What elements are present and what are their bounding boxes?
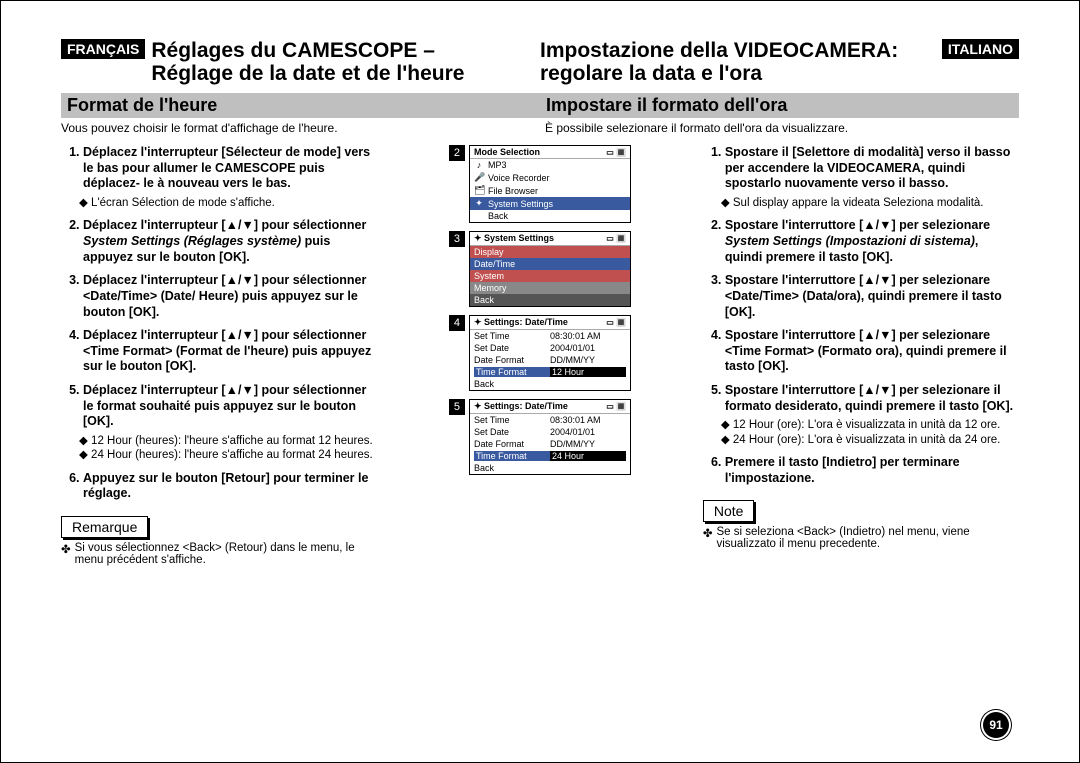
it-bullet-12h: 12 Hour (ore): L'ora è visualizzata in u… <box>721 418 1019 432</box>
title-it-2: regolare la data e l'ora <box>540 62 898 85</box>
title-fr-2: Réglage de la date et de l'heure <box>151 62 464 85</box>
fr-bullet-24h: 24 Hour (heures): l'heure s'affiche au f… <box>79 448 377 462</box>
fr-step-6: Appuyez sur le bouton [Retour] pour term… <box>83 471 377 502</box>
fr-step-5: Déplacez l'interrupteur [▲/▼] pour sélec… <box>83 383 377 463</box>
subtitle-fr: Format de l'heure <box>61 93 540 118</box>
col-french: Déplacez l'interrupteur [Sélecteur de mo… <box>61 145 377 566</box>
fr-bullet-12h: 12 Hour (heures): l'heure s'affiche au f… <box>79 434 377 448</box>
col-italian: Spostare il [Selettore di modalità] vers… <box>703 145 1019 566</box>
screen-mode-selection: Mode Selection ♪MP3 🎤Voice Recorder 🗂Fil… <box>469 145 631 223</box>
it-bullet-24h: 24 Hour (ore): L'ora è visualizzata in u… <box>721 433 1019 447</box>
intro-it: È possibile selezionare il formato dell'… <box>535 121 1019 135</box>
manual-page: FRANÇAIS Réglages du CAMESCOPE – Réglage… <box>0 0 1080 763</box>
screen-num-5: 5 <box>449 399 465 415</box>
it-step-1: Spostare il [Selettore di modalità] vers… <box>725 145 1019 210</box>
it-step-3: Spostare l'interruttore [▲/▼] per selezi… <box>725 273 1019 320</box>
fr-step-2: Déplacez l'interrupteur [▲/▼] pour sélec… <box>83 218 377 265</box>
screen-num-4: 4 <box>449 315 465 331</box>
mic-icon: 🎤 <box>474 172 484 183</box>
note-label-it: Note <box>703 500 755 522</box>
screen-num-2: 2 <box>449 145 465 161</box>
screen-datetime-4: ✦ Settings: Date/Time Set Time08:30:01 A… <box>469 315 631 391</box>
lang-tag-it: ITALIANO <box>942 39 1019 59</box>
screen-datetime-5: ✦ Settings: Date/Time Set Time08:30:01 A… <box>469 399 631 475</box>
folder-icon: 🗂 <box>474 185 484 196</box>
it-step1-sub: Sul display appare la videata Seleziona … <box>721 196 1019 210</box>
it-step-4: Spostare l'interruttore [▲/▼] per selezi… <box>725 328 1019 375</box>
note-text-it: Se si seleziona <Back> (Indietro) nel me… <box>703 526 1019 550</box>
note-label-fr: Remarque <box>61 516 148 538</box>
it-step-5: Spostare l'interruttore [▲/▼] per selezi… <box>725 383 1019 447</box>
fr-step-1: Déplacez l'interrupteur [Sélecteur de mo… <box>83 145 377 210</box>
music-icon: ♪ <box>474 160 484 170</box>
subtitle-it: Impostare il formato dell'ora <box>540 93 1019 118</box>
fr-step-3: Déplacez l'interrupteur [▲/▼] pour sélec… <box>83 273 377 320</box>
title-fr-1: Réglages du CAMESCOPE – <box>151 39 464 62</box>
screen-num-3: 3 <box>449 231 465 247</box>
page-number: 91 <box>983 712 1009 738</box>
it-step-2: Spostare l'interruttore [▲/▼] per selezi… <box>725 218 1019 265</box>
note-text-fr: Si vous sélectionnez <Back> (Retour) dan… <box>61 542 377 566</box>
header-row: FRANÇAIS Réglages du CAMESCOPE – Réglage… <box>61 39 1019 85</box>
intro-fr: Vous pouvez choisir le format d'affichag… <box>61 121 535 135</box>
col-screens: 2 Mode Selection ♪MP3 🎤Voice Recorder 🗂F… <box>377 145 703 566</box>
settings-icon: ✦ <box>474 198 484 209</box>
it-step-6: Premere il tasto [Indietro] per terminar… <box>725 455 1019 486</box>
fr-step1-sub: L'écran Sélection de mode s'affiche. <box>79 196 377 210</box>
screen-system-settings: ✦ System Settings Display Date/Time Syst… <box>469 231 631 307</box>
fr-step-4: Déplacez l'interrupteur [▲/▼] pour sélec… <box>83 328 377 375</box>
lang-tag-fr: FRANÇAIS <box>61 39 145 59</box>
title-it-1: Impostazione della VIDEOCAMERA: <box>540 39 898 62</box>
